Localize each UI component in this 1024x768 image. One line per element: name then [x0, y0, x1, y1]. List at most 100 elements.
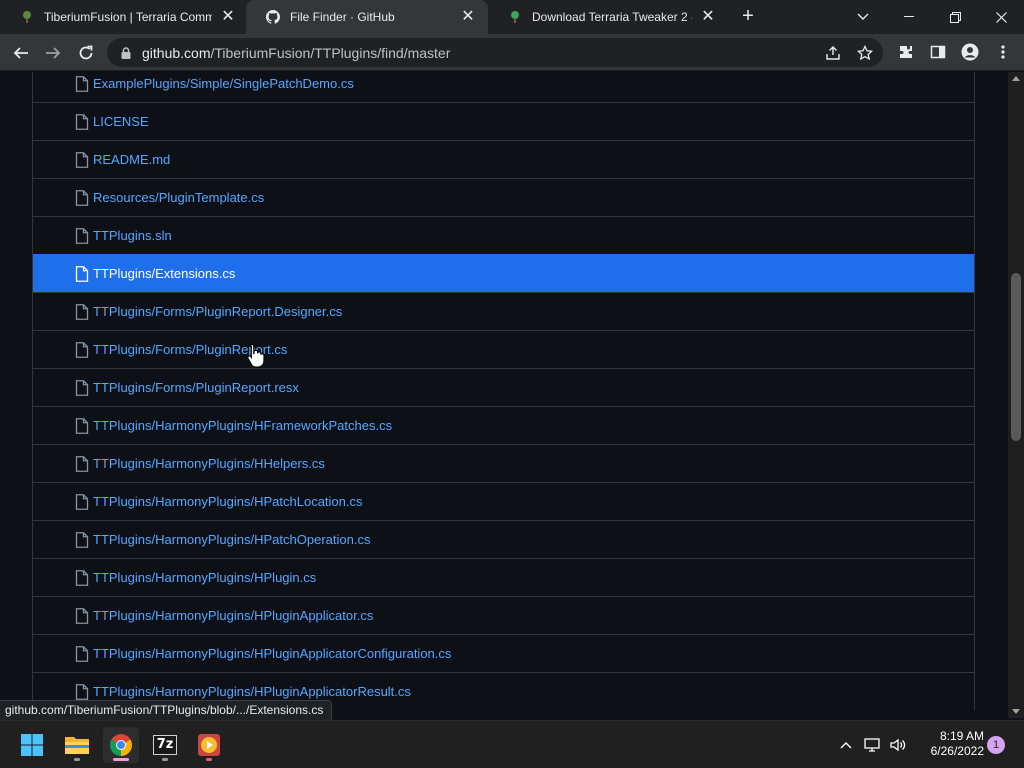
volume-icon[interactable] — [888, 735, 908, 755]
page-content: ExamplePlugins/Simple/SinglePatchDemo.cs… — [0, 72, 1008, 718]
close-tab-icon[interactable]: ✕ — [700, 9, 716, 25]
tab-terraria-tweaker[interactable]: Download Terraria Tweaker 2 - C ✕ — [488, 0, 728, 34]
file-icon — [75, 114, 89, 130]
chrome-icon — [110, 734, 132, 756]
file-row[interactable]: TTPlugins/HarmonyPlugins/HPlugin.cs — [33, 558, 974, 596]
bookmark-star-icon[interactable] — [855, 43, 875, 63]
running-indicator — [74, 758, 80, 761]
show-hidden-icons-chevron-icon[interactable] — [836, 735, 856, 755]
close-tab-icon[interactable]: ✕ — [460, 9, 476, 25]
file-row[interactable]: LICENSE — [33, 102, 974, 140]
file-row[interactable]: TTPlugins/HarmonyPlugins/HPatchOperation… — [33, 520, 974, 558]
scroll-up-arrow-icon[interactable] — [1012, 76, 1020, 81]
browser-toolbar: github.com/TiberiumFusion/TTPlugins/find… — [0, 34, 1024, 71]
file-row[interactable]: TTPlugins/Forms/PluginReport.resx — [33, 368, 974, 406]
profile-avatar-icon[interactable] — [960, 42, 980, 62]
clock-time: 8:19 AM — [939, 729, 984, 743]
file-row[interactable]: TTPlugins/Forms/PluginReport.cs — [33, 330, 974, 368]
file-path-link[interactable]: TTPlugins/HarmonyPlugins/HPlugin.cs — [93, 570, 316, 585]
taskbar-clock[interactable]: 8:19 AM 6/26/2022 — [912, 729, 984, 759]
file-icon — [75, 152, 89, 168]
file-path-link[interactable]: TTPlugins/Forms/PluginReport.Designer.cs — [93, 304, 342, 319]
url-path: /TiberiumFusion/TTPlugins/find/master — [210, 44, 451, 61]
file-row[interactable]: Resources/PluginTemplate.cs — [33, 178, 974, 216]
file-path-link[interactable]: TTPlugins/HarmonyPlugins/HPluginApplicat… — [93, 608, 373, 623]
file-row[interactable]: TTPlugins/HarmonyPlugins/HFrameworkPatch… — [33, 406, 974, 444]
file-path-link[interactable]: TTPlugins/HarmonyPlugins/HPluginApplicat… — [93, 684, 411, 699]
file-path-link[interactable]: TTPlugins/HarmonyPlugins/HPatchOperation… — [93, 532, 370, 547]
file-path-link[interactable]: TTPlugins/Forms/PluginReport.resx — [93, 380, 299, 395]
7zip-label: 7z — [156, 737, 174, 752]
file-row[interactable]: TTPlugins.sln — [33, 216, 974, 254]
file-path-link[interactable]: TTPlugins/HarmonyPlugins/HPluginApplicat… — [93, 646, 451, 661]
file-path-link[interactable]: LICENSE — [93, 114, 149, 129]
file-icon — [75, 532, 89, 548]
file-row[interactable]: TTPlugins/Extensions.cs — [33, 254, 974, 292]
network-icon[interactable] — [863, 735, 883, 755]
file-icon — [75, 456, 89, 472]
file-path-link[interactable]: README.md — [93, 152, 170, 167]
file-row[interactable]: TTPlugins/HarmonyPlugins/HPluginApplicat… — [33, 634, 974, 672]
side-panel-icon[interactable] — [928, 42, 948, 62]
file-row[interactable]: TTPlugins/HarmonyPlugins/HPatchLocation.… — [33, 482, 974, 520]
back-icon[interactable] — [8, 40, 34, 66]
media-player-button[interactable] — [191, 727, 227, 763]
address-bar[interactable]: github.com/TiberiumFusion/TTPlugins/find… — [107, 38, 883, 67]
file-path-link[interactable]: TTPlugins.sln — [93, 228, 172, 243]
file-row[interactable]: TTPlugins/HarmonyPlugins/HHelpers.cs — [33, 444, 974, 482]
file-finder-list: ExamplePlugins/Simple/SinglePatchDemo.cs… — [32, 72, 975, 710]
file-row[interactable]: ExamplePlugins/Simple/SinglePatchDemo.cs — [33, 72, 974, 102]
running-indicator — [206, 758, 212, 761]
7zip-icon: 7z — [153, 735, 177, 755]
chrome-button[interactable] — [103, 727, 139, 763]
reload-icon[interactable] — [73, 40, 99, 66]
file-icon — [75, 608, 89, 624]
close-tab-icon[interactable]: ✕ — [220, 9, 236, 25]
tab-title: TiberiumFusion | Terraria Commu — [44, 10, 212, 24]
forward-icon[interactable] — [40, 40, 66, 66]
file-icon — [75, 646, 89, 662]
windows-start-button[interactable] — [14, 727, 50, 763]
page-scrollbar[interactable] — [1008, 72, 1024, 718]
file-row[interactable]: TTPlugins/Forms/PluginReport.Designer.cs — [33, 292, 974, 330]
scrollbar-thumb[interactable] — [1011, 273, 1021, 441]
windows-start-icon — [21, 734, 43, 756]
file-path-link[interactable]: Resources/PluginTemplate.cs — [93, 190, 264, 205]
menu-kebab-icon[interactable] — [993, 42, 1013, 62]
browser-tab-strip: TiberiumFusion | Terraria Commu ✕ File F… — [0, 0, 1024, 34]
file-path-link[interactable]: TTPlugins/HarmonyPlugins/HPatchLocation.… — [93, 494, 363, 509]
active-indicator — [113, 758, 129, 761]
scroll-down-arrow-icon[interactable] — [1012, 709, 1020, 714]
tab-search-icon[interactable] — [840, 0, 886, 34]
restore-icon[interactable] — [932, 0, 978, 34]
file-icon — [75, 380, 89, 396]
tab-tiberiumfusion[interactable]: TiberiumFusion | Terraria Commu ✕ — [0, 0, 248, 34]
share-icon[interactable] — [823, 43, 843, 63]
link-status-bubble: github.com/TiberiumFusion/TTPlugins/blob… — [0, 700, 333, 720]
extensions-icon[interactable] — [896, 42, 916, 62]
clock-date: 6/26/2022 — [930, 744, 984, 758]
file-row[interactable]: TTPlugins/HarmonyPlugins/HPluginApplicat… — [33, 596, 974, 634]
github-icon — [266, 10, 281, 24]
file-icon — [75, 494, 89, 510]
new-tab-button[interactable]: + — [738, 6, 758, 26]
terraria-tree-icon — [20, 10, 34, 24]
7zip-button[interactable]: 7z — [147, 727, 183, 763]
file-icon — [75, 418, 89, 434]
file-path-link[interactable]: TTPlugins/HarmonyPlugins/HFrameworkPatch… — [93, 418, 392, 433]
file-explorer-button[interactable] — [59, 727, 95, 763]
minimize-icon[interactable] — [886, 0, 932, 34]
file-path-link[interactable]: ExamplePlugins/Simple/SinglePatchDemo.cs — [93, 76, 354, 91]
windows-taskbar: 7z 8:19 AM 6/26/2022 1 — [0, 720, 1024, 768]
file-path-link[interactable]: TTPlugins/Extensions.cs — [93, 266, 235, 281]
file-icon — [75, 570, 89, 586]
file-path-link[interactable]: TTPlugins/HarmonyPlugins/HHelpers.cs — [93, 456, 325, 471]
file-icon — [75, 684, 89, 700]
hand-cursor-icon — [247, 343, 265, 369]
notification-badge[interactable]: 1 — [987, 736, 1005, 754]
close-window-icon[interactable] — [978, 0, 1024, 34]
file-row[interactable]: README.md — [33, 140, 974, 178]
lock-icon[interactable] — [119, 46, 133, 60]
tab-file-finder[interactable]: File Finder · GitHub ✕ — [246, 0, 488, 34]
file-icon — [75, 266, 89, 282]
